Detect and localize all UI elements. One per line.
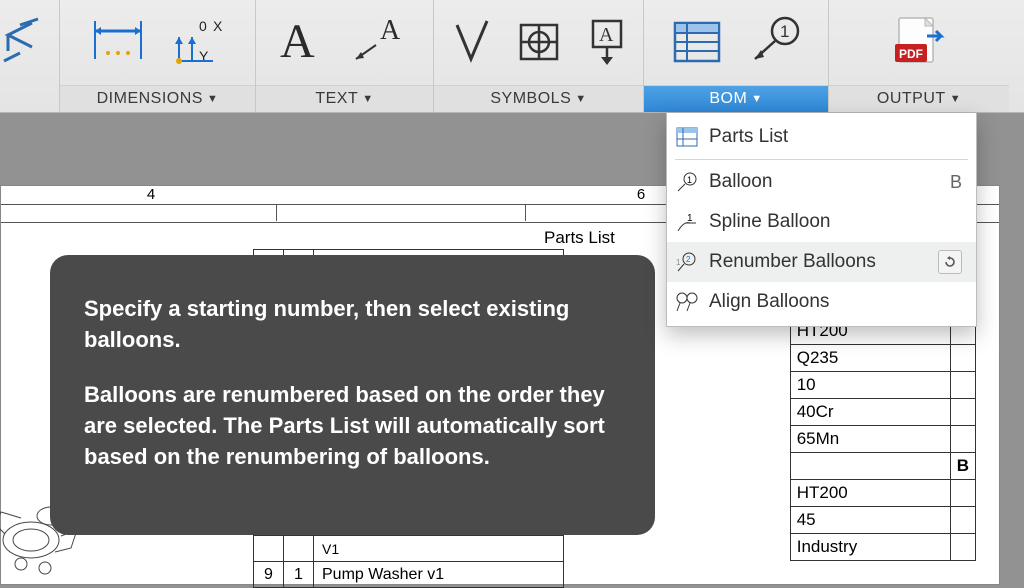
menu-item-parts-list[interactable]: Parts List [667,117,976,157]
text-icon[interactable]: A [278,15,328,72]
tooltip-text: Balloons are renumbered based on the ord… [84,379,621,472]
menu-label: Align Balloons [709,291,829,313]
bom-dropdown[interactable]: BOM ▼ [644,85,828,112]
group-text: A A TEXT ▼ [256,0,434,112]
bom-menu: Parts List 1 Balloon B 1 Spline Balloon … [666,113,977,327]
svg-text:1: 1 [687,175,692,185]
ruler-mark: 6 [637,186,645,203]
svg-text:A: A [599,24,614,46]
group-label-text: TEXT [315,90,358,108]
menu-label: Renumber Balloons [709,251,876,273]
svg-text:PDF: PDF [899,47,923,61]
chevron-down-icon: ▼ [207,93,218,105]
balloon-icon: 1 [675,170,699,194]
pdf-output-icon[interactable]: PDF [891,14,947,73]
menu-item-renumber-balloons[interactable]: 21 Renumber Balloons [667,242,976,282]
leader-text-icon[interactable]: A [350,15,412,72]
datum-icon[interactable]: A [585,15,629,72]
tooltip-text: Specify a starting number, then select e… [84,293,621,355]
parts-list-title: Parts List [544,228,615,248]
repeat-action-icon[interactable] [938,250,962,274]
parts-list-icon[interactable] [669,15,725,72]
symbols-dropdown[interactable]: SYMBOLS ▼ [434,85,643,112]
surface-finish-icon[interactable] [449,15,493,72]
menu-item-spline-balloon[interactable]: 1 Spline Balloon [667,202,976,242]
balloon-icon[interactable]: 1 [747,15,803,72]
svg-text:A: A [280,15,315,67]
chevron-down-icon: ▼ [950,93,961,105]
ribbon-toolbar: . 0 X Y [0,0,1024,113]
menu-label: Parts List [709,126,788,148]
material-table: HT200 Q235 10 40Cr 65Mn B HT200 45 Indus… [790,317,976,561]
shortcut-key: B [950,172,962,193]
parts-list-icon [675,125,699,149]
dimensions-dropdown[interactable]: DIMENSIONS ▼ [60,85,255,112]
svg-text:A: A [380,15,401,46]
menu-label: Spline Balloon [709,211,830,233]
chevron-down-icon: ▼ [575,93,586,105]
output-dropdown[interactable]: OUTPUT ▼ [829,85,1009,112]
linear-dimension-icon[interactable] [87,15,149,72]
group-label-text: BOM [709,90,747,108]
group-output: PDF OUTPUT ▼ [829,0,1009,112]
group-label-text: DIMENSIONS [97,90,203,108]
group-symbols: A SYMBOLS ▼ [434,0,644,112]
menu-label: Balloon [709,171,772,193]
chevron-down-icon: ▼ [751,93,762,105]
assembly-view-icon[interactable] [2,17,48,70]
gdt-icon[interactable] [515,15,563,72]
align-balloons-icon [675,290,699,314]
group-label-text: SYMBOLS [490,90,571,108]
chevron-down-icon: ▼ [362,93,373,105]
svg-text:2: 2 [686,255,691,264]
ruler-mark: 4 [147,186,155,203]
renumber-balloons-icon: 21 [675,250,699,274]
group-partial: . [0,0,60,112]
group-label-text: OUTPUT [877,90,946,108]
svg-text:1: 1 [780,22,789,41]
menu-item-align-balloons[interactable]: Align Balloons [667,282,976,322]
table-row: 9 1 Pump Washer v1 [254,562,564,588]
svg-text:X: X [213,18,223,34]
text-dropdown[interactable]: TEXT ▼ [256,85,433,112]
menu-item-balloon[interactable]: 1 Balloon B [667,162,976,202]
svg-text:0: 0 [199,18,207,34]
spline-balloon-icon: 1 [675,210,699,234]
group-bom: 1 BOM ▼ [644,0,829,112]
ordinate-dimension-icon[interactable]: 0 X Y [171,15,229,72]
tooltip: Specify a starting number, then select e… [50,255,655,535]
svg-text:1: 1 [676,258,681,267]
group-dimensions: 0 X Y DIMENSIONS ▼ [60,0,256,112]
